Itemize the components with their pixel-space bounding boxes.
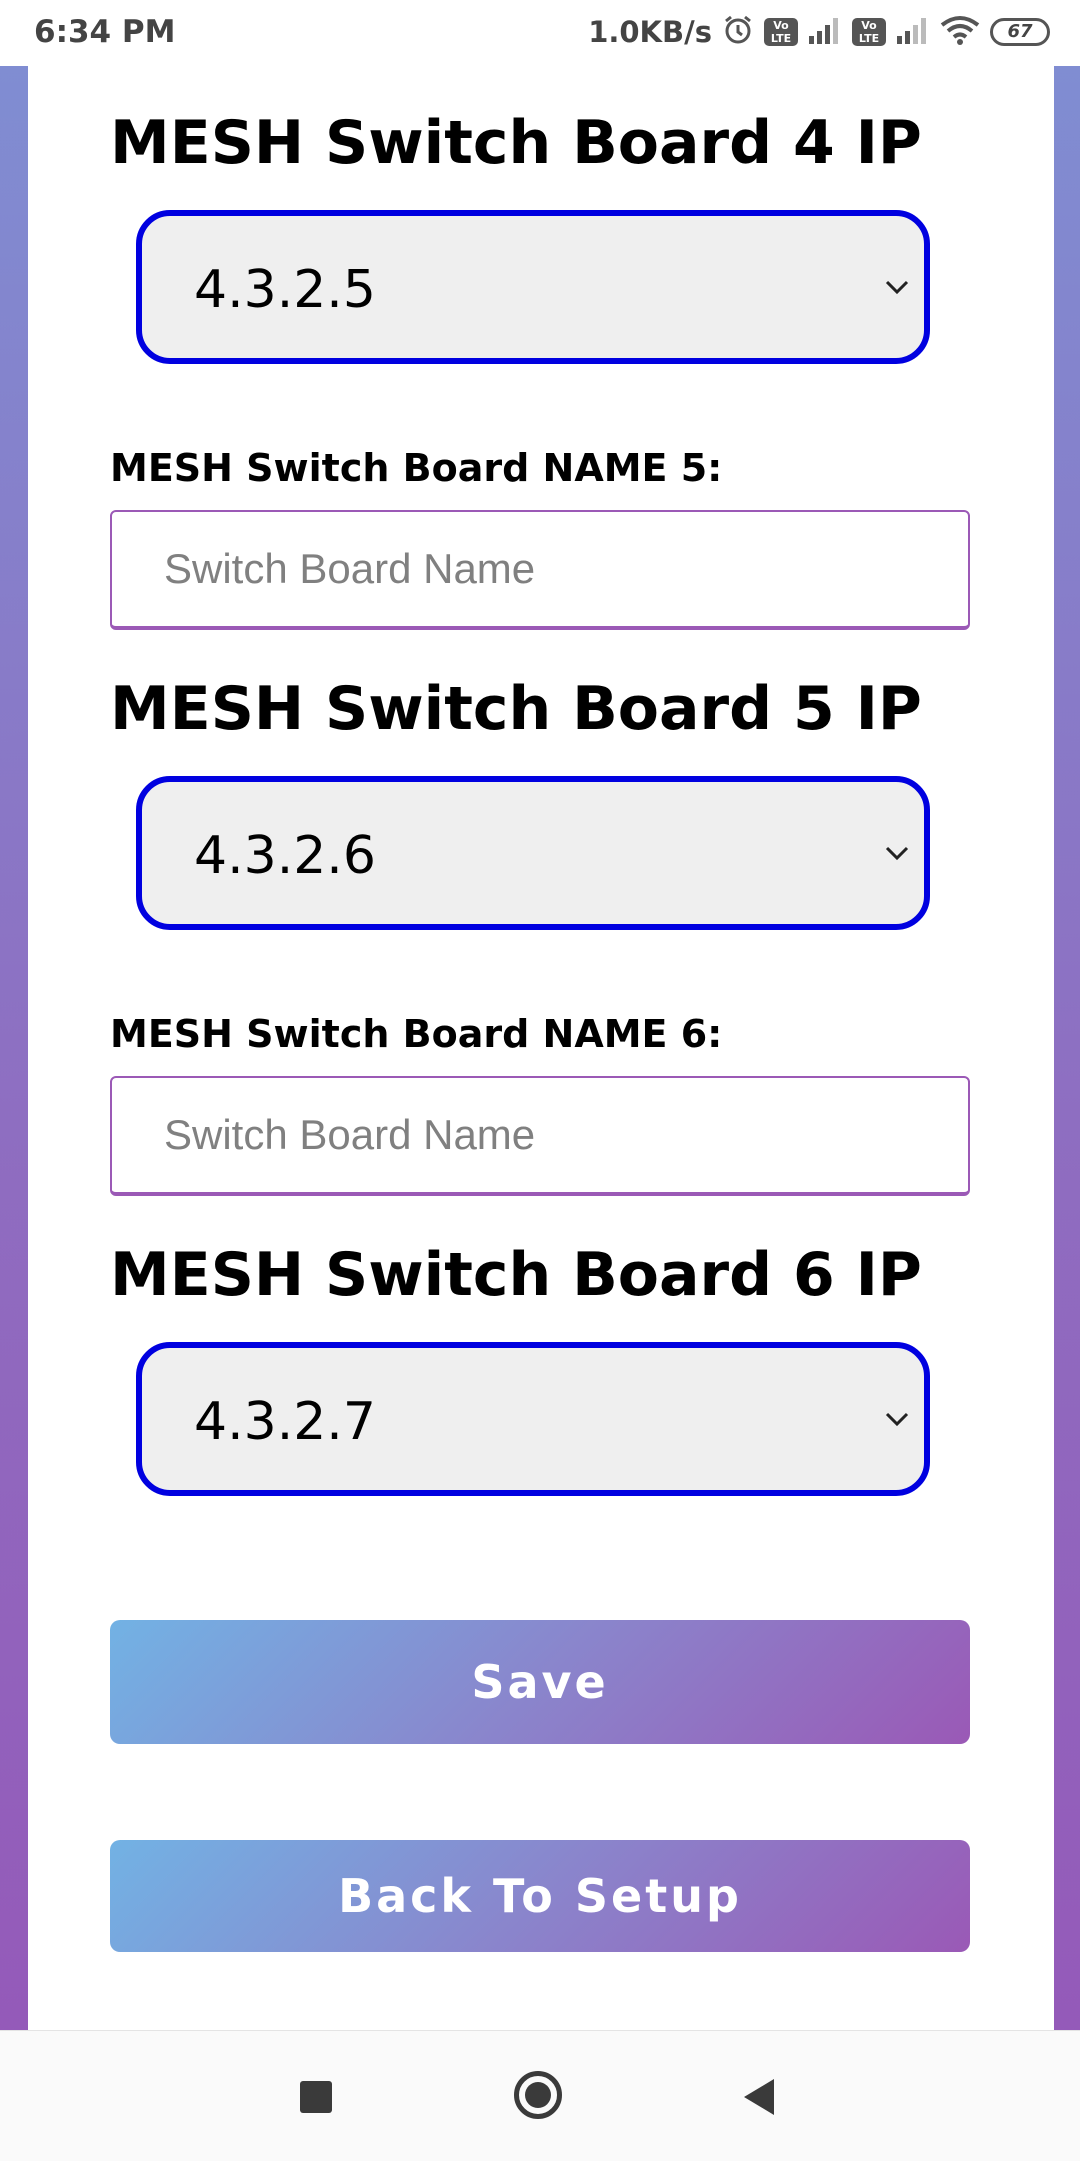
board-name-6-field[interactable] <box>110 1076 970 1196</box>
board-4-ip-select[interactable]: 4.3.2.5 <box>136 210 930 364</box>
back-to-setup-button[interactable]: Back To Setup <box>110 1840 970 1952</box>
board-name-6-label: MESH Switch Board NAME 6: <box>110 1012 723 1056</box>
status-icons: 1.0KB/s Vo LTE Vo LTE 67 <box>588 12 1050 52</box>
board-5-ip-value: 4.3.2.6 <box>194 826 376 886</box>
alarm-icon <box>722 14 754 50</box>
back-triangle-icon[interactable] <box>744 2079 774 2115</box>
recents-square-icon[interactable] <box>300 2081 332 2113</box>
board-5-ip-heading: MESH Switch Board 5 IP <box>110 674 922 744</box>
chevron-down-icon <box>884 844 910 862</box>
chevron-down-icon <box>884 1410 910 1428</box>
status-time: 6:34 PM <box>34 14 176 50</box>
board-name-5-label: MESH Switch Board NAME 5: <box>110 446 723 490</box>
battery-icon: 67 <box>990 18 1050 46</box>
home-circle-icon[interactable] <box>514 2071 562 2119</box>
network-speed: 1.0KB/s <box>588 15 712 49</box>
volte-icon-2: Vo LTE <box>852 18 886 46</box>
signal-icon-2 <box>896 16 930 48</box>
board-name-5-field[interactable] <box>110 510 970 630</box>
board-name-5-input[interactable] <box>112 512 968 626</box>
navigation-bar <box>0 2030 1080 2161</box>
settings-card: MESH Switch Board 4 IP 4.3.2.5 MESH Swit… <box>28 66 1054 2030</box>
status-bar: 6:34 PM 1.0KB/s Vo LTE Vo LTE 67 <box>0 0 1080 66</box>
volte-icon: Vo LTE <box>764 18 798 46</box>
board-6-ip-select[interactable]: 4.3.2.7 <box>136 1342 930 1496</box>
board-6-ip-value: 4.3.2.7 <box>194 1392 376 1452</box>
save-button[interactable]: Save <box>110 1620 970 1744</box>
board-4-ip-value: 4.3.2.5 <box>194 260 376 320</box>
board-5-ip-select[interactable]: 4.3.2.6 <box>136 776 930 930</box>
wifi-icon <box>940 15 980 49</box>
board-6-ip-heading: MESH Switch Board 6 IP <box>110 1240 922 1310</box>
board-name-6-input[interactable] <box>112 1078 968 1192</box>
board-4-ip-heading: MESH Switch Board 4 IP <box>110 108 922 178</box>
chevron-down-icon <box>884 278 910 296</box>
signal-icon <box>808 16 842 48</box>
